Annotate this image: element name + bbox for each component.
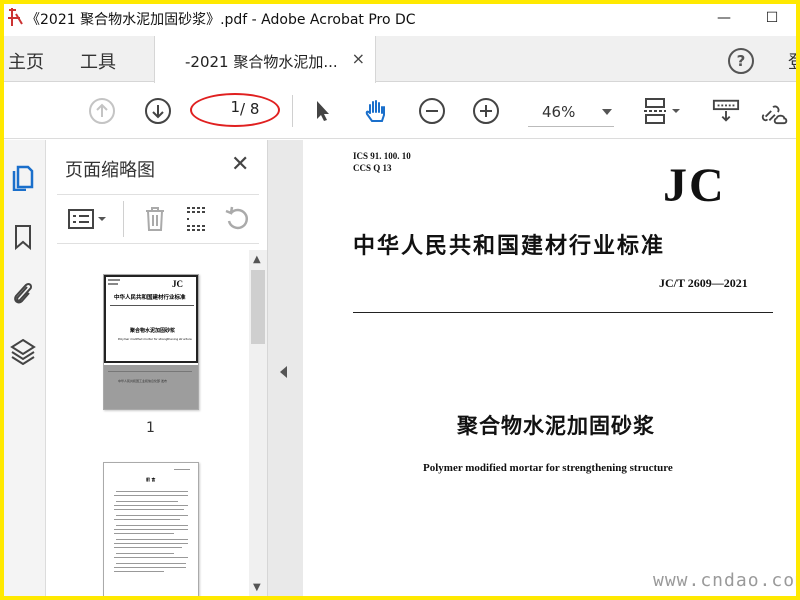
standard-number: JC/T 2609—2021 [659, 276, 748, 290]
main-toolbar: 1 / 8 46% [4, 83, 796, 139]
document-view: ICS 91. 100. 10 CCS Q 13 JC 中华人民共和国建材行业标… [301, 140, 796, 596]
tab-tools[interactable]: 工具 [80, 48, 116, 74]
logo-icon [8, 8, 23, 26]
document-tab-label: -2021 聚合物水泥加... [185, 53, 338, 71]
toolbar-divider [292, 95, 293, 127]
close-tab-icon[interactable]: × [352, 49, 365, 68]
previous-page-icon[interactable] [88, 97, 116, 125]
close-panel-icon[interactable]: ✕ [231, 152, 249, 177]
chevron-down-icon [602, 109, 612, 115]
toolbar-divider [123, 201, 124, 237]
chevron-down-icon[interactable]: ▼ [253, 582, 261, 593]
thumbnail-page-label: 1 [146, 420, 155, 436]
layers-icon[interactable] [8, 336, 38, 366]
delete-page-icon[interactable] [141, 205, 169, 233]
app-window: 《2021 聚合物水泥加固砂浆》.pdf - Adobe Acrobat Pro… [4, 4, 796, 596]
panel-title: 页面缩略图 [65, 160, 155, 181]
thumb-greyed-area: 中华人民共和国工业和信息化部 发布 [104, 365, 198, 409]
chevron-up-icon[interactable]: ▲ [253, 254, 261, 265]
tab-home[interactable]: 主页 [8, 48, 44, 74]
selected-page-frame [104, 275, 198, 363]
document-page: ICS 91. 100. 10 CCS Q 13 JC 中华人民共和国建材行业标… [303, 140, 796, 596]
zoom-in-icon[interactable] [472, 97, 500, 125]
collapse-arrow-icon [280, 366, 287, 378]
minimize-button[interactable]: — [704, 4, 744, 32]
scrollbar-thumb[interactable] [251, 270, 265, 344]
fit-page-icon[interactable] [642, 97, 684, 125]
thumbnail-list: JC 中华人民共和国建材行业标准 聚合物水泥加固砂浆 Polymer modif… [47, 250, 249, 596]
extract-page-icon[interactable] [183, 205, 211, 233]
thumbnail-panel: 页面缩略图 ✕ JC 中华人民共和国建材行业标准 聚合物水泥加固砂浆 Polym… [47, 140, 267, 596]
thumb-title-en: Polymer modified mortar for strengthenin… [118, 337, 192, 341]
navigation-rail [4, 140, 46, 596]
thumb-jc: JC [172, 279, 183, 289]
header-rule [353, 312, 773, 313]
page-thumbnails-icon[interactable] [8, 162, 38, 192]
options-menu-icon[interactable] [67, 205, 111, 233]
next-page-icon[interactable] [144, 97, 172, 125]
window-title: 《2021 聚合物水泥加固砂浆》.pdf - Adobe Acrobat Pro… [26, 12, 416, 28]
bookmarks-icon[interactable] [8, 222, 38, 252]
ics-code: ICS 91. 100. 10 [353, 151, 411, 161]
thumbnail-toolbar [57, 194, 259, 244]
title-bar: 《2021 聚合物水泥加固砂浆》.pdf - Adobe Acrobat Pro… [4, 4, 796, 32]
thumbnail-scrollbar[interactable]: ▲ ▼ [249, 250, 267, 596]
panel-collapse-handle[interactable] [267, 140, 301, 596]
document-title-cn: 聚合物水泥加固砂浆 [457, 414, 655, 438]
watermark: www.cndao.com [653, 570, 796, 591]
select-cursor-icon[interactable] [308, 97, 336, 125]
sign-in-link[interactable]: 登 [788, 48, 796, 74]
help-icon[interactable]: ? [728, 48, 754, 74]
thumb2-heading: 前 言 [146, 477, 156, 482]
hand-tool-icon[interactable] [362, 97, 390, 125]
zoom-value: 46% [542, 103, 576, 121]
rotate-page-icon[interactable] [223, 205, 251, 233]
highlight-annotation [190, 93, 280, 127]
document-title-en: Polymer modified mortar for strengthenin… [423, 462, 673, 474]
ccs-code: CCS Q 13 [353, 163, 392, 173]
issuing-organization: 中华人民共和国建材行业标准 [353, 233, 666, 259]
thumb-footer: 中华人民共和国工业和信息化部 发布 [118, 379, 167, 383]
tab-bar: 主页 工具 -2021 聚合物水泥加... × ? 登 [4, 36, 796, 83]
thumb-org: 中华人民共和国建材行业标准 [114, 295, 186, 301]
maximize-button[interactable]: ☐ [752, 4, 792, 32]
tab-document[interactable]: -2021 聚合物水泥加... × [154, 36, 376, 83]
zoom-dropdown[interactable]: 46% [528, 97, 614, 127]
jc-mark: JC [663, 159, 726, 212]
share-link-icon[interactable] [760, 97, 788, 125]
read-mode-icon[interactable] [712, 97, 740, 125]
page-thumbnail[interactable]: JC 中华人民共和国建材行业标准 聚合物水泥加固砂浆 Polymer modif… [103, 274, 199, 410]
attachments-icon[interactable] [8, 278, 38, 308]
zoom-out-icon[interactable] [418, 97, 446, 125]
thumb-title-cn: 聚合物水泥加固砂浆 [130, 328, 176, 334]
page-thumbnail[interactable]: 前 言 [103, 462, 199, 596]
